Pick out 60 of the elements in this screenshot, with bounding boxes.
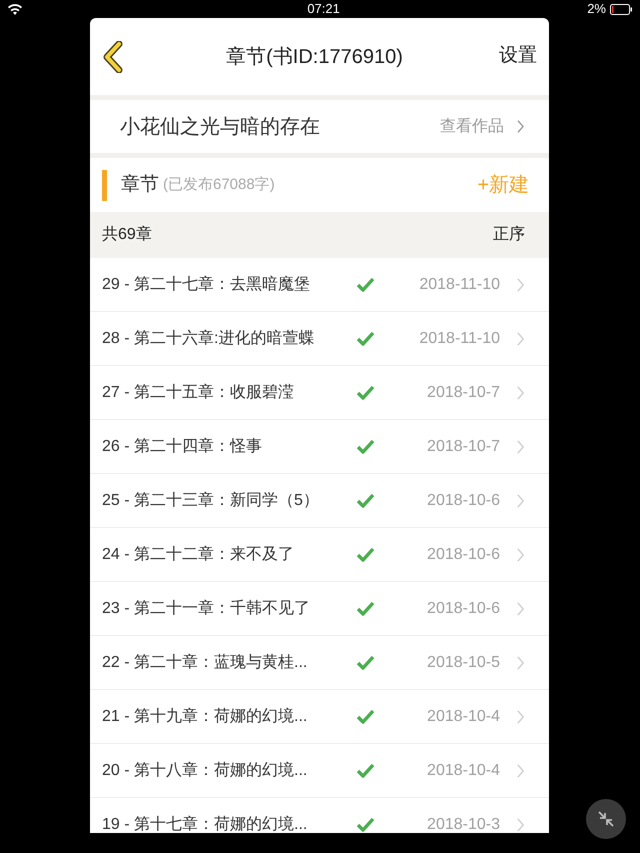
chapter-row[interactable]: 23 - 第二十一章：千韩不见了 2018-10-6 [90, 582, 549, 636]
chapter-date: 2018-10-6 [426, 598, 500, 618]
chapter-date: 2018-10-4 [426, 760, 500, 780]
chapter-date: 2018-10-7 [426, 436, 500, 456]
chapter-title: 20 - 第十八章：荷娜的幻境... [102, 760, 308, 780]
book-title: 小花仙之光与暗的存在 [120, 114, 321, 140]
chevron-icon [516, 330, 525, 346]
chapter-date: 2018-10-4 [426, 706, 500, 726]
chevron-icon [516, 600, 525, 616]
chapter-row[interactable]: 24 - 第二十二章：来不及了 2018-10-6 [90, 528, 549, 582]
chapter-title: 21 - 第十九章：荷娜的幻境... [102, 706, 308, 726]
battery-icon [610, 4, 632, 14]
accent-bar [102, 170, 107, 200]
chapter-row[interactable]: 28 - 第二十六章:进化的暗萱蝶 2018-11-10 [90, 312, 549, 366]
chapter-title: 28 - 第二十六章:进化的暗萱蝶 [102, 328, 316, 348]
chevron-icon [516, 762, 525, 778]
chapter-count: 共69章 [102, 224, 152, 245]
chapter-row[interactable]: 20 - 第十八章：荷娜的幻境... 2018-10-4 [90, 744, 549, 798]
sort-order-button[interactable]: 正序 [493, 223, 525, 247]
chevron-icon [516, 438, 525, 454]
chapter-title: 27 - 第二十五章：收服碧滢 [102, 382, 296, 402]
chevron-icon [516, 708, 525, 724]
chapter-row[interactable]: 26 - 第二十四章：怪事 2018-10-7 [90, 420, 549, 474]
chapter-title: 24 - 第二十二章：来不及了 [102, 544, 296, 564]
chevron-icon [516, 546, 525, 562]
chapter-date: 2018-10-6 [426, 544, 500, 564]
chapter-date: 2018-10-3 [426, 814, 500, 833]
chapter-title: 23 - 第二十一章：千韩不见了 [102, 598, 312, 618]
page-title: 章节(书ID:1776910) [225, 44, 404, 70]
chapter-date: 2018-10-6 [426, 490, 500, 510]
chapter-date: 2018-11-10 [418, 274, 500, 294]
chapter-date: 2018-10-7 [426, 382, 500, 402]
collapse-icon [597, 810, 615, 828]
chapter-title: 25 - 第二十三章：新同学（5） [102, 490, 320, 510]
chapter-row[interactable]: 27 - 第二十五章：收服碧滢 2018-10-7 [90, 366, 549, 420]
collapse-button[interactable] [586, 799, 626, 839]
chapter-row[interactable]: 29 - 第二十七章：去黑暗魔堡 2018-11-10 [90, 258, 549, 312]
chapter-title: 22 - 第二十章：蓝瑰与黄桂... [102, 652, 308, 672]
wifi-icon [8, 4, 22, 14]
chapter-title: 26 - 第二十四章：怪事 [102, 436, 264, 456]
chevron-icon [516, 492, 525, 508]
chapter-row[interactable]: 21 - 第十九章：荷娜的幻境... 2018-10-4 [90, 690, 549, 744]
chapter-row[interactable]: 19 - 第十七章：荷娜的幻境... 2018-10-3 [90, 798, 549, 833]
chevron-icon [516, 119, 525, 134]
status-time: 07:21 [307, 0, 340, 18]
chevron-icon [516, 276, 525, 292]
settings-button[interactable]: 设置 [499, 42, 537, 71]
chevron-icon [516, 816, 525, 832]
chapter-title: 29 - 第二十七章：去黑暗魔堡 [102, 274, 312, 294]
chapter-date: 2018-11-10 [418, 328, 500, 348]
chevron-icon [516, 654, 525, 670]
chapter-title: 19 - 第十七章：荷娜的幻境... [102, 814, 308, 833]
chapter-row[interactable]: 25 - 第二十三章：新同学（5） 2018-10-6 [90, 474, 549, 528]
battery-percent: 2% [587, 0, 606, 18]
book-row[interactable]: 小花仙之光与暗的存在 查看作品 [90, 100, 549, 153]
section-title: 章节 [121, 172, 159, 197]
word-count: (已发布67088字) [163, 174, 276, 195]
chapter-date: 2018-10-5 [426, 652, 500, 672]
chevron-icon [516, 384, 525, 400]
chapter-row[interactable]: 22 - 第二十章：蓝瑰与黄桂... 2018-10-5 [90, 636, 549, 690]
